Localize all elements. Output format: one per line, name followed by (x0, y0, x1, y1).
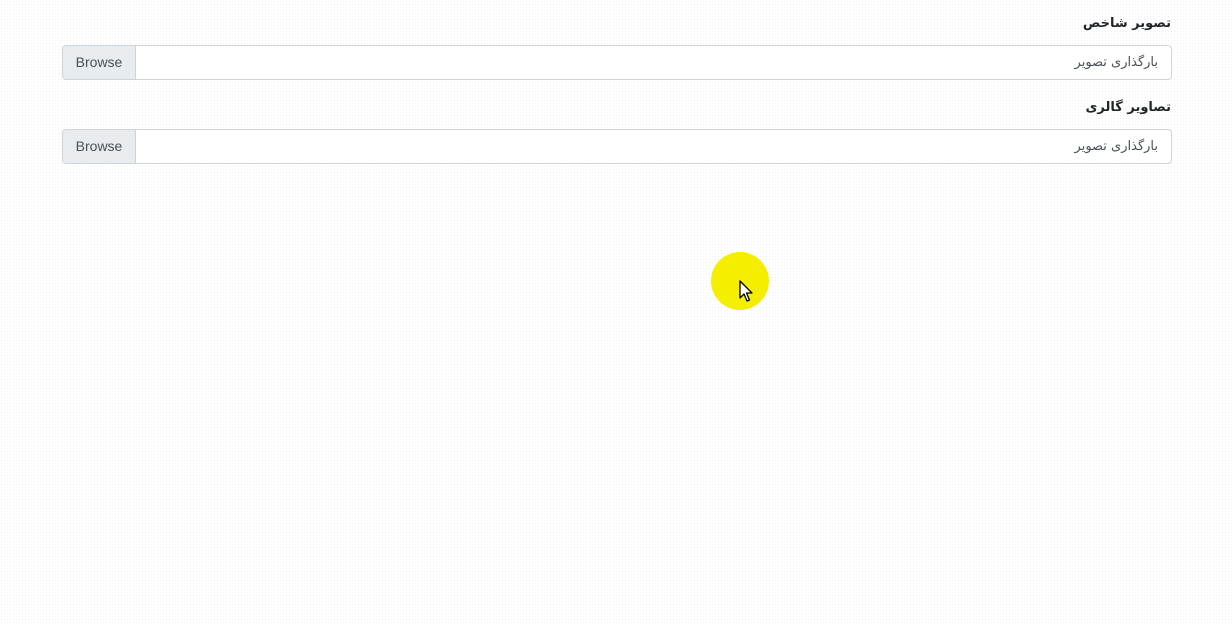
featured-image-file-input[interactable]: بارگذاری تصویر Browse (62, 45, 1172, 80)
gallery-images-placeholder: بارگذاری تصویر (1074, 139, 1158, 154)
featured-image-placeholder: بارگذاری تصویر (1074, 55, 1158, 70)
gallery-images-file-input[interactable]: بارگذاری تصویر Browse (62, 129, 1172, 164)
featured-image-field: تصویر شاخص بارگذاری تصویر Browse (62, 14, 1172, 80)
featured-image-browse-button[interactable]: Browse (63, 46, 136, 79)
gallery-images-field: تصاویر گالری بارگذاری تصویر Browse (62, 98, 1172, 164)
gallery-images-browse-button[interactable]: Browse (63, 130, 136, 163)
gallery-images-label: تصاویر گالری (1085, 100, 1171, 115)
page: تصویر شاخص بارگذاری تصویر Browse تصاویر … (0, 0, 1232, 624)
arrow-pointer-icon (739, 280, 753, 302)
featured-image-label: تصویر شاخص (1082, 16, 1171, 31)
